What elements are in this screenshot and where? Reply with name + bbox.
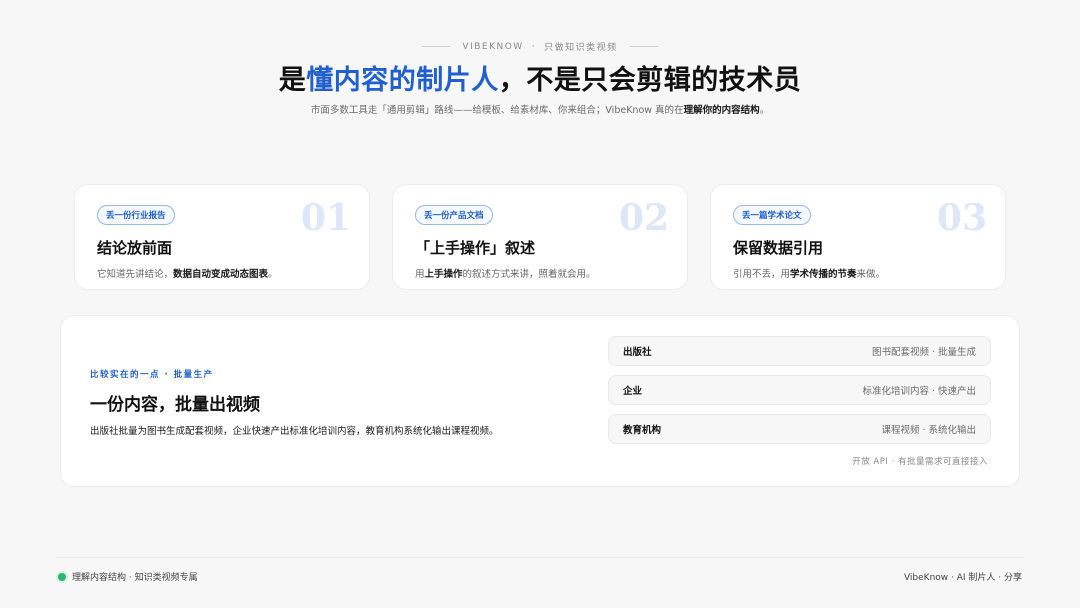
card-desc-pre: 它知道先讲结论， xyxy=(97,269,174,280)
headline-accent: 懂内容的制片人 xyxy=(306,65,499,96)
subline-text: 市面多数工具走「通用剪辑」路线——给模板、给素材库、你来组合；VibeKnow … xyxy=(310,105,684,116)
card-title: 保留数据引用 xyxy=(733,239,824,257)
use-case-label: 教育机构 xyxy=(623,425,662,436)
footer-right-text: VibeKnow · AI 制片人 · 分享 xyxy=(903,573,1022,583)
card-description: 用上手操作的叙述方式来讲，照着就会用。 xyxy=(415,266,665,280)
subline-bold: 理解你的内容结构 xyxy=(683,105,760,116)
use-case-value: 标准化培训内容 · 快速产出 xyxy=(862,386,976,397)
footer-divider xyxy=(56,557,1024,558)
use-case-value: 课程视频 · 系统化输出 xyxy=(881,425,976,436)
card-number: 01 xyxy=(300,197,351,239)
card-desc-bold: 学术传播的节奏 xyxy=(790,269,857,280)
use-case-value: 图书配套视频 · 批量生成 xyxy=(871,347,976,358)
use-case-label: 出版社 xyxy=(623,347,652,358)
left-rule xyxy=(422,46,451,47)
top-brand-line: VIBEKNOW · 只做知识类视频 xyxy=(0,40,1080,53)
feature-card-3: 丢一篇学术论文 03 保留数据引用 引用不丢，用学术传播的节奏来做。 xyxy=(710,184,1006,290)
card-badge: 丢一份产品文档 xyxy=(415,205,493,225)
footer-left-text: 理解内容结构 · 知识类视频专属 xyxy=(72,573,198,583)
feature-card-2: 丢一份产品文档 02 「上手操作」叙述 用上手操作的叙述方式来讲，照着就会用。 xyxy=(392,184,688,290)
card-badge: 丢一篇学术论文 xyxy=(733,205,811,225)
use-case-row-publisher: 出版社 图书配套视频 · 批量生成 xyxy=(608,336,991,366)
right-rule xyxy=(629,46,658,47)
brand-tagline: 只做知识类视频 xyxy=(544,43,618,53)
api-note: 开放 API · 有批量需求可直接接入 xyxy=(852,457,988,467)
card-desc-pre: 用 xyxy=(415,269,425,280)
card-desc-post: 的叙述方式来讲，照着就会用。 xyxy=(462,269,596,280)
card-title: 「上手操作」叙述 xyxy=(415,239,536,257)
headline-suffix: ，不是只会剪辑的技术员 xyxy=(498,65,802,96)
subline-end: 。 xyxy=(759,105,770,116)
card-desc-bold: 数据自动变成动态图表 xyxy=(173,269,269,280)
batch-production-panel: 比较实在的一点 · 批量生产 一份内容，批量出视频 出版社批量为图书生成配套视频… xyxy=(60,315,1020,487)
panel-title: 一份内容，批量出视频 xyxy=(90,395,260,415)
card-description: 它知道先讲结论，数据自动变成动态图表。 xyxy=(97,266,347,280)
status-dot-icon xyxy=(58,572,66,581)
use-case-row-enterprise: 企业 标准化培训内容 · 快速产出 xyxy=(608,375,991,405)
panel-description: 出版社批量为图书生成配套视频，企业快速产出标准化培训内容，教育机构系统化输出课程… xyxy=(90,426,499,437)
use-case-row-education: 教育机构 课程视频 · 系统化输出 xyxy=(608,414,991,444)
card-desc-post: 来做。 xyxy=(856,269,886,280)
brand-separator: · xyxy=(531,41,537,52)
panel-kicker: 比较实在的一点 · 批量生产 xyxy=(90,370,214,380)
card-description: 引用不丢，用学术传播的节奏来做。 xyxy=(733,266,983,280)
headline-prefix: 是 xyxy=(278,65,307,96)
card-desc-post: 。 xyxy=(268,269,278,280)
card-desc-pre: 引用不丢，用 xyxy=(733,269,791,280)
footer-left: 理解内容结构 · 知识类视频专属 xyxy=(58,570,198,583)
card-number: 03 xyxy=(936,197,987,239)
brand-name: VIBEKNOW xyxy=(462,41,524,52)
card-badge: 丢一份行业报告 xyxy=(97,205,175,225)
card-desc-bold: 上手操作 xyxy=(424,269,463,280)
feature-card-1: 丢一份行业报告 01 结论放前面 它知道先讲结论，数据自动变成动态图表。 xyxy=(74,184,370,290)
card-title: 结论放前面 xyxy=(97,239,173,257)
page-headline: 是懂内容的制片人，不是只会剪辑的技术员 xyxy=(0,58,1080,97)
page-subline: 市面多数工具走「通用剪辑」路线——给模板、给素材库、你来组合；VibeKnow … xyxy=(0,102,1080,116)
use-case-label: 企业 xyxy=(623,386,643,397)
card-number: 02 xyxy=(618,197,669,239)
